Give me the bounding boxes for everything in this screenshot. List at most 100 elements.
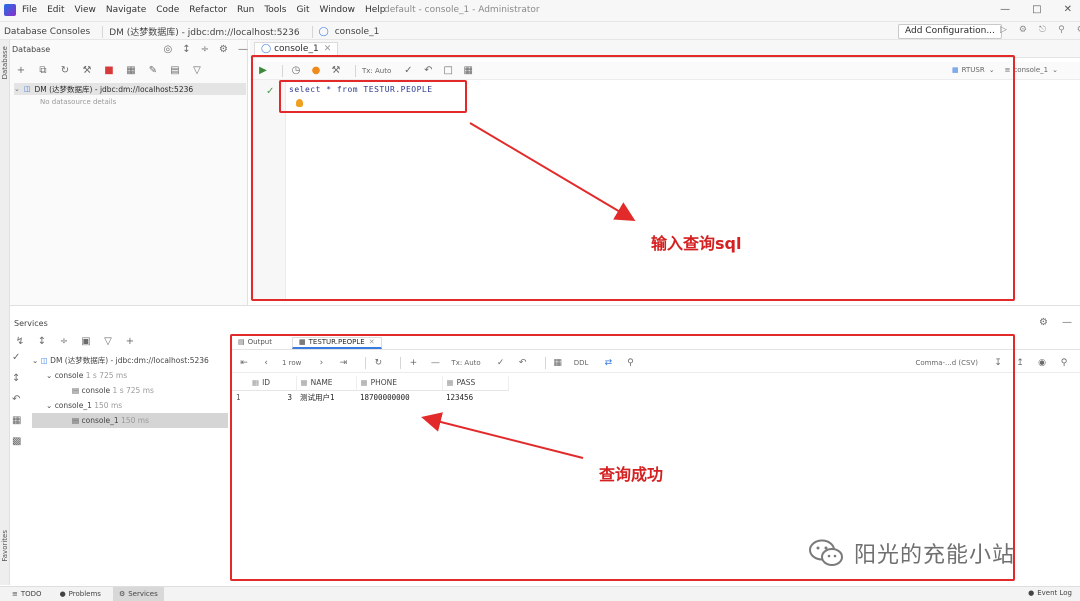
problems-icon: ●	[59, 590, 66, 598]
database-panel-header: Database ◎ ↕ ÷ ⚙ —	[12, 44, 248, 55]
gear-icon[interactable]: ⚙	[219, 44, 228, 55]
run-icon[interactable]: ▷	[1000, 25, 1007, 35]
console-icon: ◯	[318, 26, 329, 37]
search-icon[interactable]: ⚲	[1058, 25, 1065, 35]
tree-item-label: console_1	[81, 416, 119, 425]
services-tree: ⌄ ◫ DM (达梦数据库) - jdbc:dm://localhost:523…	[32, 353, 228, 428]
debug-icon[interactable]: ⚙	[1019, 25, 1027, 35]
annotation-arrow-result	[421, 412, 584, 459]
status-event-log[interactable]: ● Event Log	[1028, 589, 1072, 597]
empty-hint: No datasource details	[40, 98, 117, 106]
close-icon[interactable]: ✕	[1064, 4, 1072, 15]
menu-edit[interactable]: Edit	[47, 5, 64, 15]
tree-item-selected[interactable]: ▤ console_1 150 ms	[32, 413, 228, 428]
group-icon[interactable]: ▣	[80, 336, 92, 347]
console-icon: ▤	[72, 386, 80, 395]
split-icon[interactable]: ÷	[58, 336, 70, 347]
menu-file[interactable]: File	[22, 5, 37, 15]
copy-icon[interactable]: ⧉	[36, 65, 50, 76]
menu-help[interactable]: Help	[365, 5, 386, 15]
menu-view[interactable]: View	[75, 5, 96, 15]
services-toolbar: ↯ ↕ ÷ ▣ ▽ +	[14, 336, 146, 347]
divider	[311, 25, 313, 38]
tree-item[interactable]: ⌄ ◫ DM (达梦数据库) - jdbc:dm://localhost:523…	[32, 353, 228, 368]
watermark: 阳光的充能小站	[808, 537, 1015, 569]
git-icon[interactable]: ⎋	[1039, 25, 1046, 35]
favorites-tool-tab[interactable]: Favorites	[1, 530, 9, 562]
services-header: Services ⚙ —	[10, 316, 1080, 332]
status-todo[interactable]: ≡ TODO	[6, 587, 48, 601]
chevron-down-icon[interactable]: ⌄	[46, 371, 52, 380]
chevron-down-icon[interactable]: ⌄	[14, 85, 20, 93]
database-tool-tab[interactable]: Database	[1, 46, 9, 79]
status-services[interactable]: ⚙ Services	[112, 587, 164, 601]
split-icon[interactable]: ÷	[201, 44, 209, 55]
tree-item-label: DM (达梦数据库) - jdbc:dm://localhost:5236	[50, 356, 209, 365]
stop-icon[interactable]: ■	[102, 65, 116, 76]
console-icon[interactable]: ▤	[168, 65, 182, 76]
annotation-input-sql: 输入查询sql	[651, 234, 742, 253]
window-title: default - console_1 - Administrator	[384, 5, 540, 15]
chevron-down-icon[interactable]: ⌄	[32, 356, 38, 365]
import-icon[interactable]: ↥	[1014, 358, 1026, 368]
menu-refactor[interactable]: Refactor	[189, 5, 227, 15]
hide-icon[interactable]: —	[1062, 317, 1072, 328]
edit-icon[interactable]: ✎	[146, 65, 160, 76]
menu-navigate[interactable]: Navigate	[106, 5, 146, 15]
chevron-down-icon[interactable]: ⌄	[46, 401, 52, 410]
breadcrumb-item[interactable]: DM (达梦数据库) - jdbc:dm://localhost:5236	[109, 25, 299, 38]
table-icon[interactable]: ▩	[12, 436, 30, 447]
menu-code[interactable]: Code	[156, 5, 179, 15]
hide-icon[interactable]: —	[238, 44, 248, 55]
view-icon[interactable]: ◉	[1036, 358, 1048, 368]
layout-icon[interactable]: ▦	[12, 415, 30, 426]
maximize-icon[interactable]: □	[1032, 4, 1041, 15]
tree-item-label: DM (达梦数据库) - jdbc:dm://localhost:5236	[34, 84, 194, 94]
tree-item[interactable]: ⌄ console 1 s 725 ms	[32, 368, 228, 383]
menu-tools[interactable]: Tools	[264, 5, 286, 15]
table-icon[interactable]: ▦	[124, 65, 138, 76]
check-icon[interactable]: ✓	[12, 352, 30, 363]
services-icon: ⚙	[118, 590, 126, 598]
add-icon[interactable]: +	[124, 336, 136, 347]
status-problems[interactable]: ● Problems	[54, 587, 107, 601]
minimize-icon[interactable]: —	[1000, 4, 1010, 15]
window-controls: — □ ✕	[978, 4, 1072, 15]
filter-icon[interactable]: ▽	[190, 65, 204, 76]
rollback-icon[interactable]: ↶	[12, 394, 30, 405]
breadcrumb-item[interactable]: console_1	[335, 27, 380, 37]
breadcrumb: Database Consoles DM (达梦数据库) - jdbc:dm:/…	[4, 25, 385, 38]
close-icon[interactable]: ✕	[324, 43, 332, 55]
menu-git[interactable]: Git	[296, 5, 309, 15]
expand-icon[interactable]: ↕	[12, 373, 30, 384]
wrench-icon[interactable]: ⚒	[80, 65, 94, 76]
add-icon[interactable]: +	[14, 65, 28, 76]
services-side-toolbar: ✓ ↕ ↶ ▦ ▩	[12, 352, 30, 457]
refresh-icon[interactable]: ↻	[58, 65, 72, 76]
menu-run[interactable]: Run	[237, 5, 254, 15]
collapse-icon[interactable]: ↕	[182, 44, 190, 55]
console-selector[interactable]: console_1	[1013, 66, 1048, 74]
datasource-icon: ◫	[40, 356, 48, 365]
gear-icon[interactable]: ⚙	[1039, 317, 1048, 328]
globe-icon[interactable]: ◎	[164, 44, 173, 55]
watermark-text: 阳光的充能小站	[854, 543, 1016, 568]
expand-icon[interactable]: ↕	[36, 336, 48, 347]
add-configuration-button[interactable]: Add Configuration...	[898, 24, 1002, 39]
breadcrumb-item[interactable]: Database Consoles	[4, 27, 90, 37]
tree-item-duration: 150 ms	[121, 416, 149, 425]
left-tool-strip: Database Favorites	[0, 40, 10, 585]
status-bar: ≡ TODO ● Problems ⚙ Services ● Event Log	[0, 586, 1080, 601]
annotation-arrow-sql	[469, 122, 636, 222]
chevron-down-icon[interactable]: ⌄	[1052, 66, 1058, 74]
tree-item[interactable]: ⌄ console_1 150 ms	[32, 398, 228, 413]
tree-item[interactable]: ▤ console 1 s 725 ms	[32, 383, 228, 398]
search-icon[interactable]: ⚲	[1058, 358, 1070, 368]
connect-icon[interactable]: ↯	[14, 336, 26, 347]
tree-item-datasource[interactable]: ⌄ ◫ DM (达梦数据库) - jdbc:dm://localhost:523…	[14, 83, 246, 95]
navigation-bar: Database Consoles DM (达梦数据库) - jdbc:dm:/…	[0, 22, 1080, 40]
menu-window[interactable]: Window	[320, 5, 356, 15]
tree-item-duration: 150 ms	[94, 401, 123, 410]
tab-label: console_1	[274, 44, 319, 54]
filter-icon[interactable]: ▽	[102, 336, 114, 347]
